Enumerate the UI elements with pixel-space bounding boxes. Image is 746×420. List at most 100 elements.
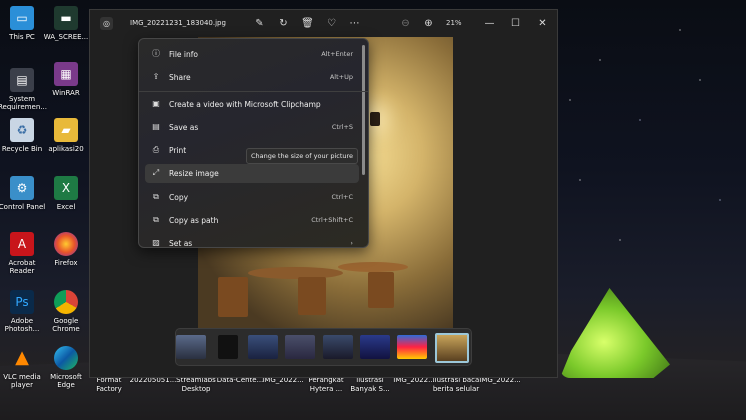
copy-icon: ⧉ [153, 192, 159, 201]
photo-table [338, 262, 408, 272]
desktop-icon-recycle-bin[interactable]: ♻ Recycle Bin [0, 118, 46, 153]
control-panel-icon: ⚙ [10, 176, 34, 200]
resize-icon: ⤢ [152, 168, 160, 177]
thumbnail[interactable] [218, 335, 238, 359]
desktop-icon-ilustrasi-baca[interactable]: ilustrasi baca berita selular [431, 376, 481, 394]
desktop-icon-format-factory[interactable]: Format Factory [84, 376, 134, 394]
wall-lamp [370, 112, 380, 126]
desktop-icon-ilustrasi[interactable]: ilustrasi Banyak S... [345, 376, 395, 394]
desktop-icon-streamlabs[interactable]: Streamlabs Desktop [171, 376, 221, 394]
thumbnail[interactable] [323, 335, 353, 359]
menu-item-shortcut: Ctrl+Shift+C [311, 216, 353, 224]
edit-icon[interactable]: ✎ [252, 16, 267, 31]
winrar-icon: ▦ [54, 62, 78, 86]
menu-item-shortcut: Ctrl+C [331, 193, 353, 201]
favorite-icon[interactable]: ♡ [324, 16, 339, 31]
menu-item-shortcut: Alt+Up [329, 73, 353, 81]
thumbnail[interactable] [397, 335, 427, 359]
maximize-button[interactable]: ☐ [508, 16, 523, 31]
desktop-icon-label: aplikasi20 [48, 145, 84, 153]
close-button[interactable]: ✕ [535, 16, 550, 31]
desktop-icon-acrobat[interactable]: A Acrobat Reader [0, 232, 46, 275]
tooltip: Change the size of your picture [246, 148, 358, 164]
thumbnail-selected[interactable] [435, 333, 469, 363]
menu-item-copy-as-path[interactable]: ⧉ Copy as path Ctrl+Shift+C [145, 211, 359, 230]
rotate-icon[interactable]: ↻ [276, 16, 291, 31]
desktop-icon-label: Control Panel [0, 203, 46, 211]
title-bar: ◎ IMG_20221231_183040.jpg ✎ ↻ 🗑 ♡ ⋯ ⊖ ⊕ … [90, 10, 557, 37]
desktop-icon-perangkat[interactable]: Perangkat Hytera ... [301, 376, 351, 394]
save-icon: ▤ [152, 122, 160, 131]
desktop-icon-label: Microsoft Edge [50, 373, 82, 389]
menu-scrollbar[interactable] [362, 45, 365, 175]
acrobat-icon: A [10, 232, 34, 256]
menu-item-shortcut: Ctrl+S [331, 123, 353, 131]
desktop-icon-label: System Requiremen... [0, 95, 47, 111]
menu-item-label: File info [169, 50, 199, 59]
menu-item-file-info[interactable]: ⓘ File info Alt+Enter [145, 45, 359, 64]
menu-item-label: Print [169, 146, 187, 155]
desktop-icon-label: Adobe Photosh... [4, 317, 40, 333]
photoshop-icon: Ps [10, 290, 34, 314]
recycle-bin-icon: ♻ [10, 118, 34, 142]
zoom-in-icon[interactable]: ⊕ [421, 16, 436, 31]
menu-item-set-as[interactable]: ▨ Set as › [145, 234, 359, 248]
more-options-menu: ⓘ File info Alt+Enter ⇪ Share Alt+Up ▣ C… [138, 38, 369, 248]
document-icon: ▤ [10, 68, 34, 92]
clipchamp-icon: ▣ [152, 99, 160, 108]
desktop-icon-label: Acrobat Reader [8, 259, 36, 275]
menu-item-label: Share [169, 73, 191, 82]
zoom-out-icon[interactable]: ⊖ [398, 16, 413, 31]
thumbnail[interactable] [360, 335, 390, 359]
desktop-icon-wa-screen[interactable]: ▬ WA_SCREE... [42, 6, 90, 41]
menu-item-label: Copy as path [169, 216, 219, 225]
window-filename: IMG_20221231_183040.jpg [130, 19, 226, 27]
zoom-level[interactable]: 21% [446, 19, 462, 27]
menu-item-copy[interactable]: ⧉ Copy Ctrl+C [145, 188, 359, 207]
menu-item-label: Copy [169, 193, 189, 202]
photo-chair [368, 272, 394, 308]
desktop-icon-edge[interactable]: Microsoft Edge [42, 346, 90, 389]
menu-item-save-as[interactable]: ▤ Save as Ctrl+S [145, 118, 359, 137]
desktop-icon-control-panel[interactable]: ⚙ Control Panel [0, 176, 46, 211]
print-icon: ⎙ [152, 145, 160, 154]
desktop-icon-label: WA_SCREE... [43, 33, 89, 41]
menu-item-share[interactable]: ⇪ Share Alt+Up [145, 68, 359, 87]
photo-table [248, 267, 343, 279]
desktop-icon-aplikasi20[interactable]: ▰ aplikasi20 [42, 118, 90, 153]
desktop-icon-this-pc[interactable]: ▭ This PC [0, 6, 46, 41]
menu-item-label: Create a video with Microsoft Clipchamp [169, 100, 321, 109]
thumbnail[interactable] [176, 335, 206, 359]
desktop-icon-chrome[interactable]: Google Chrome [42, 290, 90, 333]
desktop-icon-firefox[interactable]: Firefox [42, 232, 90, 267]
info-icon: ⓘ [152, 49, 160, 58]
desktop-icon-photoshop[interactable]: Ps Adobe Photosh... [0, 290, 46, 333]
menu-item-label: Set as [169, 239, 193, 248]
desktop-icon-winrar[interactable]: ▦ WinRAR [42, 62, 90, 97]
excel-icon: X [54, 176, 78, 200]
this-pc-icon: ▭ [10, 6, 34, 30]
thumbnail[interactable] [285, 335, 315, 359]
vlc-icon: ▲ [15, 347, 29, 368]
desktop-icon-system-req[interactable]: ▤ System Requiremen... [0, 68, 47, 111]
desktop-icon-vlc[interactable]: ▲ VLC media player [0, 346, 46, 390]
desktop-icon-label: This PC [9, 33, 35, 41]
thumbnail[interactable] [248, 335, 278, 359]
more-icon[interactable]: ⋯ [347, 16, 362, 31]
edge-icon [54, 346, 78, 370]
delete-icon[interactable]: 🗑 [300, 16, 315, 31]
menu-item-resize-image[interactable]: ⤢ Resize image [145, 164, 359, 183]
desktop-icon-excel[interactable]: X Excel [42, 176, 90, 211]
desktop-icon-label: Recycle Bin [1, 145, 43, 153]
photo-chair [298, 277, 326, 315]
photos-app-icon: ◎ [100, 17, 113, 30]
chevron-right-icon: › [350, 239, 353, 247]
menu-item-label: Resize image [169, 169, 219, 178]
folder-icon: ▰ [54, 118, 78, 142]
menu-item-label: Save as [169, 123, 199, 132]
minimize-button[interactable]: — [482, 16, 497, 31]
set-as-icon: ▨ [152, 238, 160, 247]
firefox-icon [54, 232, 78, 256]
menu-item-clipchamp[interactable]: ▣ Create a video with Microsoft Clipcham… [145, 95, 359, 114]
desktop-icon-label: Excel [56, 203, 76, 211]
